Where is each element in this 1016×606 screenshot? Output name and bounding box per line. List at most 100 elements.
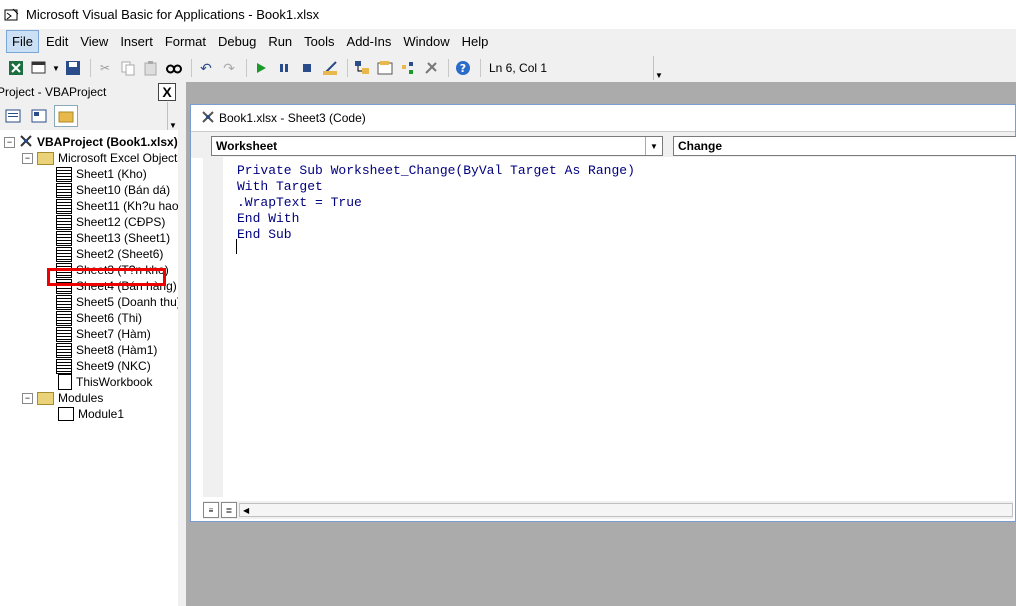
redo-icon[interactable]: ↷: [219, 58, 239, 78]
help-icon[interactable]: ?: [453, 58, 473, 78]
margin-indicator-bar[interactable]: [203, 157, 224, 497]
tree-node-sheet[interactable]: Sheet13 (Sheet1): [56, 230, 170, 246]
tree-label: Sheet8 (Hàm1): [76, 343, 158, 357]
undo-icon[interactable]: ↶: [196, 58, 216, 78]
tree-node-sheet[interactable]: Sheet6 (Thi): [56, 310, 142, 326]
tree-node-sheet[interactable]: Sheet8 (Hàm1): [56, 342, 157, 358]
cut-icon[interactable]: ✂: [95, 58, 115, 78]
tree-node-sheet[interactable]: Sheet12 (CĐPS): [56, 214, 165, 230]
chevron-down-icon[interactable]: ▼: [645, 137, 662, 155]
tree-label: Module1: [78, 407, 125, 421]
tree-label: Sheet6 (Thi): [76, 311, 143, 325]
excel-view-icon[interactable]: [6, 58, 26, 78]
tree-node-thisworkbook[interactable]: ThisWorkbook: [58, 374, 152, 390]
menu-run[interactable]: Run: [263, 31, 297, 52]
standard-toolbar: ▼ ✂ ↶ ↷ ? Ln 6, Col 1 ▼: [0, 54, 1016, 82]
menu-file[interactable]: File: [6, 30, 39, 53]
chevron-down-icon[interactable]: ▼: [52, 58, 60, 78]
procedure-combo[interactable]: Change: [673, 136, 1016, 156]
object-browser-icon[interactable]: [398, 58, 418, 78]
window-title: Microsoft Visual Basic for Applications …: [26, 7, 320, 22]
run-icon[interactable]: [251, 58, 271, 78]
collapse-icon[interactable]: −: [22, 392, 33, 404]
toolbox-icon[interactable]: [421, 58, 441, 78]
code-line: End Sub: [237, 227, 292, 242]
properties-window-icon[interactable]: [375, 58, 395, 78]
tree-label: Sheet12 (CĐPS): [76, 215, 166, 229]
worksheet-icon: [56, 310, 72, 326]
toolbar-separator: [191, 59, 192, 77]
full-module-view-icon[interactable]: ≣: [221, 502, 237, 518]
tree-node-sheet[interactable]: Sheet10 (Bán dá): [56, 182, 170, 198]
menu-debug[interactable]: Debug: [213, 31, 261, 52]
code-window-titlebar: Book1.xlsx - Sheet3 (Code): [191, 105, 1015, 132]
chevron-down-icon[interactable]: ▼: [167, 102, 178, 130]
worksheet-icon: [56, 214, 72, 230]
tree-label: Microsoft Excel Objects: [58, 151, 184, 165]
view-object-icon[interactable]: [28, 106, 50, 126]
collapse-icon[interactable]: −: [22, 152, 33, 164]
tree-label: Sheet13 (Sheet1): [76, 231, 171, 245]
insert-userform-icon[interactable]: [29, 58, 49, 78]
paste-icon[interactable]: [141, 58, 161, 78]
code-window: Book1.xlsx - Sheet3 (Code) Worksheet ▼ C…: [190, 104, 1016, 522]
close-icon[interactable]: X: [158, 83, 176, 101]
tree-node-sheet[interactable]: Sheet7 (Hàm): [56, 326, 151, 342]
reset-icon[interactable]: [297, 58, 317, 78]
menu-insert[interactable]: Insert: [115, 31, 158, 52]
menu-view[interactable]: View: [75, 31, 113, 52]
toolbar-separator: [90, 59, 91, 77]
worksheet-icon: [56, 358, 72, 374]
panel-splitter[interactable]: [178, 82, 186, 606]
scroll-left-icon[interactable]: ◀: [243, 506, 249, 515]
tree-label: Sheet7 (Hàm): [76, 327, 151, 341]
project-explorer-toolbar: [0, 102, 178, 131]
worksheet-icon: [56, 182, 72, 198]
tree-label: Modules: [58, 391, 104, 405]
collapse-icon[interactable]: −: [4, 136, 15, 148]
find-icon[interactable]: [164, 58, 184, 78]
tree-node-excel-objects[interactable]: − Microsoft Excel Objects: [22, 150, 183, 166]
procedure-view-icon[interactable]: ≡: [203, 502, 219, 518]
copy-icon[interactable]: [118, 58, 138, 78]
text-cursor: [236, 239, 237, 254]
menu-window[interactable]: Window: [398, 31, 454, 52]
tree-node-modules[interactable]: − Modules: [22, 390, 103, 406]
project-explorer-icon[interactable]: [352, 58, 372, 78]
design-mode-icon[interactable]: [320, 58, 340, 78]
selection-highlight: [47, 268, 166, 286]
code-line: End With: [237, 211, 300, 226]
tree-node-vbaproject[interactable]: − VBAProject (Book1.xlsx): [4, 134, 178, 150]
save-icon[interactable]: [63, 58, 83, 78]
tree-node-sheet[interactable]: Sheet5 (Doanh thu): [56, 294, 181, 310]
tree-node-sheet[interactable]: Sheet2 (Sheet6): [56, 246, 163, 262]
toggle-folders-icon[interactable]: [54, 105, 78, 127]
tree-label: Sheet9 (NKC): [76, 359, 151, 373]
code-editor[interactable]: Private Sub Worksheet_Change(ByVal Targe…: [223, 157, 1015, 521]
menu-add-ins[interactable]: Add-Ins: [342, 31, 397, 52]
menu-tools[interactable]: Tools: [299, 31, 339, 52]
menu-format[interactable]: Format: [160, 31, 211, 52]
menu-help[interactable]: Help: [457, 31, 494, 52]
vbaproject-icon: [19, 134, 33, 151]
worksheet-icon: [56, 230, 72, 246]
tree-label: Sheet2 (Sheet6): [76, 247, 164, 261]
tree-label: ThisWorkbook: [76, 375, 153, 389]
object-combo[interactable]: Worksheet ▼: [211, 136, 663, 156]
toolbar-options-icon[interactable]: ▼: [653, 56, 664, 80]
worksheet-icon: [56, 246, 72, 262]
menu-edit[interactable]: Edit: [41, 31, 73, 52]
tree-node-sheet[interactable]: Sheet11 (Kh?u hao): [56, 198, 183, 214]
tree-node-sheet[interactable]: Sheet9 (NKC): [56, 358, 151, 374]
svg-text:?: ?: [460, 62, 466, 75]
break-icon[interactable]: [274, 58, 294, 78]
view-code-icon[interactable]: [2, 106, 24, 126]
tree-node-sheet[interactable]: Sheet1 (Kho): [56, 166, 147, 182]
folder-open-icon: [37, 391, 54, 405]
horizontal-scrollbar[interactable]: ◀: [239, 503, 1013, 517]
tree-node-module[interactable]: Module1: [58, 406, 124, 422]
worksheet-icon: [56, 166, 72, 182]
vba-app-icon: [4, 7, 20, 23]
project-explorer: Project - VBAProject X ▼ − VBAProject (B…: [0, 82, 183, 606]
title-bar: Microsoft Visual Basic for Applications …: [0, 0, 1016, 29]
